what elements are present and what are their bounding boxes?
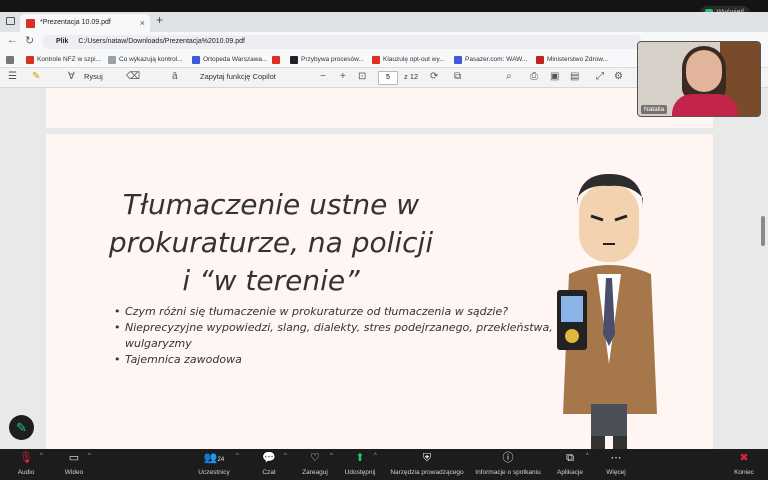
- share-strip: [0, 0, 768, 12]
- bookmark-favicon-icon: [290, 56, 298, 64]
- pdf-icon: [26, 19, 35, 28]
- bookmark-item[interactable]: Ministerstwo Zdrow...: [536, 54, 608, 66]
- bookmark-favicon-icon: [454, 56, 462, 64]
- fullscreen-icon[interactable]: ⤢: [596, 71, 604, 82]
- zoom-out-icon[interactable]: −: [320, 71, 326, 82]
- chevron-up-icon[interactable]: ^: [284, 453, 287, 459]
- pdf-page-previous: [46, 88, 713, 128]
- new-tab-button[interactable]: +: [156, 13, 163, 27]
- chat-button[interactable]: 💬 Czat: [254, 449, 284, 480]
- list-item: Nieprecyzyjne wypowiedzi, slang, dialekt…: [114, 320, 554, 352]
- more-icon: ⋯: [610, 452, 622, 464]
- bookmark-item[interactable]: Co wykazują kontrol...: [108, 54, 183, 66]
- video-shirt: [672, 94, 738, 116]
- chat-icon: 💬: [262, 452, 276, 464]
- screen: Wyświetl *Prezentacja 10.09.pdf × + ← ↻ …: [0, 0, 768, 480]
- address-url: C:/Users/nataw/Downloads/Prezentacja%201…: [78, 38, 245, 45]
- bookmark-favicon-icon: [108, 56, 116, 64]
- draw-icon[interactable]: ∀: [68, 71, 75, 82]
- address-input[interactable]: Plik C:/Users/nataw/Downloads/Prezentacj…: [42, 35, 642, 49]
- chevron-up-icon[interactable]: ^: [236, 453, 239, 459]
- page-number-input[interactable]: 5: [378, 71, 398, 85]
- apps-button[interactable]: ⧉ Aplikacje: [552, 449, 588, 480]
- read-aloud-icon[interactable]: ā: [172, 71, 178, 82]
- detective-illustration: [557, 174, 657, 452]
- bookmark-favicon-icon: [26, 56, 34, 64]
- info-icon: ⓘ: [502, 452, 514, 464]
- bookmark-item[interactable]: Kontrole NFZ w szpi...: [26, 54, 101, 66]
- audio-button[interactable]: 🎙 Audio: [8, 449, 44, 480]
- gear-icon[interactable]: ⚙: [614, 71, 623, 82]
- fit-page-icon[interactable]: ⊡: [358, 71, 366, 82]
- pdf-viewer[interactable]: Tłumaczenie ustne w prokuraturze, na pol…: [0, 88, 768, 454]
- slide-title: Tłumaczenie ustne w prokuraturze, na pol…: [108, 188, 434, 297]
- save-icon[interactable]: ▣: [550, 71, 559, 82]
- address-scheme-label: Plik: [56, 38, 69, 45]
- window-menu-icon[interactable]: [6, 17, 15, 25]
- chevron-up-icon[interactable]: ^: [88, 453, 91, 459]
- close-icon: ✖: [739, 452, 749, 464]
- meeting-info-button[interactable]: ⓘ Informacje o spotkaniu: [472, 449, 544, 480]
- pdf-page-current: Tłumaczenie ustne w prokuraturze, na pol…: [46, 134, 713, 454]
- tab-title: *Prezentacja 10.09.pdf: [40, 19, 111, 26]
- reload-icon[interactable]: ↻: [25, 34, 34, 47]
- rotate-icon[interactable]: ⟳: [430, 71, 438, 82]
- participants-icon: 👥24: [203, 452, 225, 464]
- search-icon[interactable]: ⌕: [506, 71, 512, 82]
- more-button[interactable]: ⋯ Więcej: [598, 449, 634, 480]
- tab-close-icon[interactable]: ×: [140, 14, 145, 32]
- bookmark-favicon-icon: [536, 56, 544, 64]
- bookmark-item[interactable]: Ortopeda Warszawa...: [192, 54, 267, 66]
- host-tools-button[interactable]: ⛨ Narzędzia prowadzącego: [384, 449, 470, 480]
- draw-label[interactable]: Rysuj: [84, 72, 103, 81]
- meeting-controls: 🎙 Audio ^ ▭ Wideo ^ 👥24 Uczestnicy ^ 💬 C…: [0, 449, 768, 480]
- video-button[interactable]: ▭ Wideo: [56, 449, 92, 480]
- zoom-in-icon[interactable]: +: [340, 71, 346, 82]
- camera-icon: ▭: [68, 452, 80, 464]
- apps-icon: ⧉: [566, 452, 574, 464]
- bookmark-item[interactable]: Przybywa procesów...: [290, 54, 364, 66]
- bookmark-item[interactable]: Klauzulę opt-out wy...: [372, 54, 445, 66]
- list-item: Czym różni się tłumaczenie w prokuraturz…: [114, 304, 554, 320]
- bookmark-favicon-icon: [372, 56, 380, 64]
- scrollbar[interactable]: [761, 216, 765, 246]
- tab-pdf[interactable]: *Prezentacja 10.09.pdf ×: [20, 14, 150, 32]
- end-meeting-button[interactable]: ✖ Koniec: [726, 449, 762, 480]
- video-face: [686, 50, 722, 92]
- participant-name: Natalia: [641, 105, 668, 114]
- tab-bar: *Prezentacja 10.09.pdf ×: [0, 12, 768, 32]
- highlight-icon[interactable]: ✎: [32, 71, 40, 82]
- page-view-icon[interactable]: ⧉: [454, 71, 461, 82]
- list-item: Tajemnica zawodowa: [114, 352, 554, 368]
- mic-muted-icon: 🎙: [19, 452, 33, 464]
- bookmark-favicon-icon: [272, 56, 280, 64]
- pen-icon[interactable]: ✎: [9, 415, 34, 440]
- participant-video[interactable]: Natalia: [637, 41, 761, 117]
- shield-icon: ⛨: [422, 452, 432, 464]
- chevron-up-icon[interactable]: ^: [586, 453, 589, 459]
- save-as-icon[interactable]: ▤: [570, 71, 579, 82]
- participants-button[interactable]: 👥24 Uczestnicy: [192, 449, 236, 480]
- back-icon[interactable]: ←: [7, 34, 18, 46]
- slide-bullet-list: Czym różni się tłumaczenie w prokuraturz…: [114, 304, 554, 368]
- bookmark-item[interactable]: Pasazer.com: WAW...: [454, 54, 527, 66]
- copilot-button[interactable]: Zapytaj funkcję Copilot: [200, 72, 276, 81]
- react-button[interactable]: ♡ Zareaguj: [296, 449, 334, 480]
- chevron-up-icon[interactable]: ^: [374, 453, 377, 459]
- heart-icon: ♡: [310, 452, 320, 464]
- page-total-label: z 12: [404, 72, 419, 81]
- bookmark-favicon-icon: [192, 56, 200, 64]
- eraser-icon[interactable]: ⌫: [126, 71, 140, 82]
- chevron-up-icon[interactable]: ^: [40, 453, 43, 459]
- print-icon[interactable]: ⎙: [530, 71, 538, 82]
- chevron-up-icon[interactable]: ^: [330, 453, 333, 459]
- contents-icon[interactable]: ☰: [8, 71, 17, 82]
- participants-count: 24: [217, 457, 225, 463]
